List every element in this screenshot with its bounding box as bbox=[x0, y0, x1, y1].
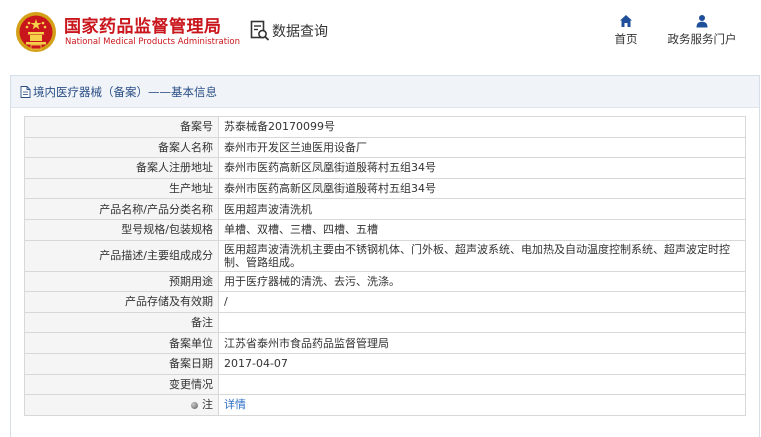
field-value: 泰州市医药高新区凤凰街道殷蒋村五组34号 bbox=[218, 177, 746, 200]
field-label: 生产地址 bbox=[24, 177, 219, 200]
field-label: 备案号 bbox=[24, 116, 219, 138]
user-icon bbox=[696, 15, 708, 28]
table-row: 备注 bbox=[24, 311, 746, 334]
field-value: 苏泰械备20170099号 bbox=[218, 116, 746, 138]
field-label: 型号规格/包装规格 bbox=[24, 218, 219, 241]
field-value: 医用超声波清洗机 bbox=[218, 198, 746, 220]
field-label: 备案单位 bbox=[24, 332, 219, 354]
field-label: 变更情况 bbox=[24, 373, 219, 396]
field-label: 产品存储及有效期 bbox=[24, 291, 219, 313]
table-row: 备案人名称 泰州市开发区兰迪医用设备厂 bbox=[24, 136, 746, 159]
note-label-cell: 注 bbox=[24, 394, 219, 416]
field-value: / bbox=[218, 291, 746, 313]
field-label: 产品描述/主要组成成分 bbox=[24, 239, 219, 272]
search-document-icon bbox=[250, 20, 270, 41]
field-value bbox=[218, 373, 746, 396]
field-value: 医用超声波清洗机主要由不锈钢机体、门外板、超声波系统、电加热及自动温度控制系统、… bbox=[218, 239, 746, 272]
table-row: 注 详情 bbox=[24, 394, 746, 416]
data-query-label: 数据查询 bbox=[272, 24, 328, 40]
table-row: 备案人注册地址 泰州市医药高新区凤凰街道殷蒋村五组34号 bbox=[24, 157, 746, 179]
field-label: 预期用途 bbox=[24, 270, 219, 293]
bullet-dot-icon bbox=[191, 401, 198, 409]
field-value bbox=[218, 311, 746, 334]
field-value: 2017-04-07 bbox=[218, 352, 746, 375]
table-row: 备案日期 2017-04-07 bbox=[24, 352, 746, 375]
nav-portal-label: 政务服务门户 bbox=[667, 32, 737, 46]
table-row: 型号规格/包装规格 单槽、双槽、三槽、四槽、五槽 bbox=[24, 218, 746, 241]
site-header: 国家药品监督管理局 National Medical Products Admi… bbox=[0, 0, 761, 68]
table-row: 产品存储及有效期 / bbox=[24, 291, 746, 313]
field-label: 备案人注册地址 bbox=[24, 157, 219, 179]
table-row: 预期用途 用于医疗器械的清洗、去污、洗涤。 bbox=[24, 270, 746, 293]
detail-link[interactable]: 详情 bbox=[224, 398, 246, 411]
field-label: 产品名称/产品分类名称 bbox=[24, 198, 219, 220]
field-value: 用于医疗器械的清洗、去污、洗涤。 bbox=[218, 270, 746, 293]
table-row: 生产地址 泰州市医药高新区凤凰街道殷蒋村五组34号 bbox=[24, 177, 746, 200]
breadcrumb: 境内医疗器械（备案）——基本信息 bbox=[11, 76, 759, 108]
table-row: 产品名称/产品分类名称 医用超声波清洗机 bbox=[24, 198, 746, 220]
table-row: 备案号 苏泰械备20170099号 bbox=[24, 116, 746, 138]
breadcrumb-text: 境内医疗器械（备案）——基本信息 bbox=[33, 84, 217, 99]
field-value: 单槽、双槽、三槽、四槽、五槽 bbox=[218, 218, 746, 241]
field-label: 注 bbox=[202, 398, 213, 412]
document-icon bbox=[20, 85, 31, 98]
field-value: 江苏省泰州市食品药品监督管理局 bbox=[218, 332, 746, 354]
field-value: 泰州市医药高新区凤凰街道殷蒋村五组34号 bbox=[218, 157, 746, 179]
table-row: 变更情况 bbox=[24, 373, 746, 396]
nav-home-label: 首页 bbox=[614, 32, 638, 46]
table-row: 产品描述/主要组成成分 医用超声波清洗机主要由不锈钢机体、门外板、超声波系统、电… bbox=[24, 239, 746, 272]
field-label: 备注 bbox=[24, 311, 219, 334]
nav-home[interactable]: 首页 bbox=[611, 14, 641, 47]
table-row: 备案单位 江苏省泰州市食品药品监督管理局 bbox=[24, 332, 746, 354]
field-label: 备案日期 bbox=[24, 352, 219, 375]
nav-service-portal[interactable]: 政务服务门户 bbox=[664, 14, 740, 47]
info-table: 备案号 苏泰械备20170099号 备案人名称 泰州市开发区兰迪医用设备厂 备案… bbox=[24, 116, 746, 416]
note-value-cell: 详情 bbox=[218, 394, 746, 416]
data-query-link[interactable]: 数据查询 bbox=[250, 20, 328, 42]
detail-panel: 境内医疗器械（备案）——基本信息 备案号 苏泰械备20170099号 备案人名称… bbox=[10, 75, 760, 437]
home-icon bbox=[620, 15, 632, 27]
field-value: 泰州市开发区兰迪医用设备厂 bbox=[218, 136, 746, 159]
national-emblem-icon bbox=[16, 12, 56, 52]
site-title: 国家药品监督管理局 bbox=[64, 17, 222, 37]
field-label: 备案人名称 bbox=[24, 136, 219, 159]
site-subtitle: National Medical Products Administration bbox=[65, 37, 240, 47]
